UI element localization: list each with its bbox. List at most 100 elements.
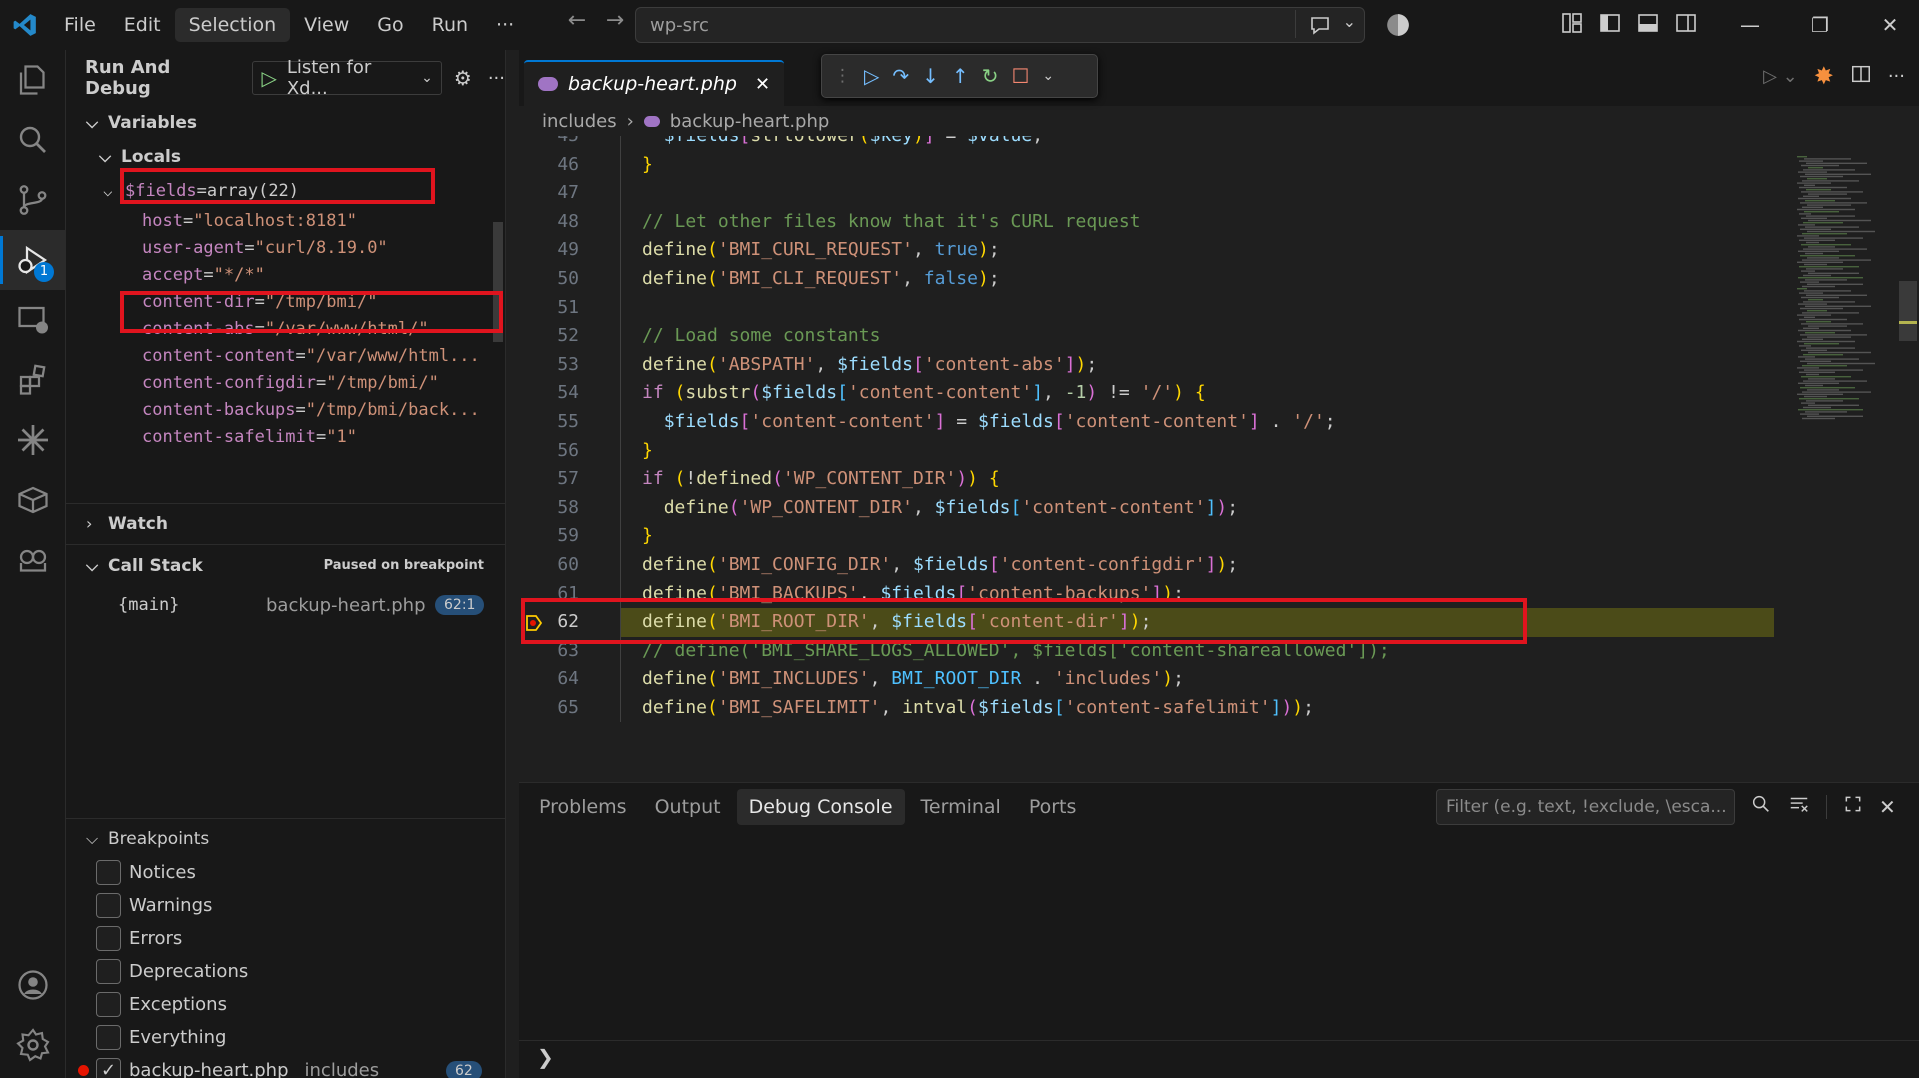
menu-item[interactable]: File [50,8,110,42]
code-line[interactable]: 52 // Load some constants [519,322,1919,351]
code-line[interactable]: 56} [519,437,1919,466]
split-editor-icon[interactable] [1850,63,1872,90]
chevron-down-icon[interactable]: ⌄ [1042,68,1054,84]
variable-row[interactable]: content-dir = "/tmp/bmi/" [66,288,505,315]
debug-settings-gear-icon[interactable]: ⚙ [454,66,472,90]
breakpoint-option[interactable]: Deprecations [66,955,506,988]
minimize-icon[interactable]: — [1715,0,1785,50]
code-line[interactable]: 57 if (!defined('WP_CONTENT_DIR')) { [519,465,1919,494]
containers-icon[interactable] [0,470,66,530]
locals-header[interactable]: ⌵ Locals [66,140,505,174]
back-arrow-icon[interactable]: ← [558,8,596,33]
variable-row[interactable]: content-content = "/var/www/html... [66,342,505,369]
code-line[interactable]: 54 if (substr($fields['content-content'],… [519,379,1919,408]
checkbox[interactable] [96,926,121,951]
panel-tab[interactable]: Output [643,789,733,825]
menu-item[interactable]: View [290,8,363,42]
variables-section-header[interactable]: ⌵ Variables [66,106,505,140]
toggle-secondary-sidebar-icon[interactable] [1674,11,1698,40]
stop-icon[interactable]: ☐ [1011,64,1029,88]
code-line[interactable]: 61 define('BMI_BACKUPS', $fields['content… [519,580,1919,609]
menu-item[interactable]: Go [363,8,417,42]
breakpoint-option[interactable]: Notices [66,856,506,889]
code-line[interactable]: 55 $fields['content-content'] = $fields[… [519,408,1919,437]
variable-row[interactable]: content-abs = "/var/www/html/" [66,315,505,342]
breakpoint-option[interactable]: Everything [66,1021,506,1054]
explorer-icon[interactable] [0,50,66,110]
variable-row[interactable]: content-backups = "/tmp/bmi/back... [66,396,505,423]
toggle-panel-icon[interactable] [1636,11,1660,40]
code-line[interactable]: 62 define('BMI_ROOT_DIR', $fields['conten… [519,608,1919,637]
console-prompt-icon[interactable]: ❯ [537,1045,554,1069]
checkbox[interactable] [96,1025,121,1050]
breakpoint-option[interactable]: Errors [66,922,506,955]
search-icon[interactable] [1750,793,1772,820]
step-out-icon[interactable]: ↑ [952,64,969,88]
panel-tab[interactable]: Ports [1017,789,1089,825]
copilot-chat-activity-icon[interactable] [0,530,66,590]
run-file-icon[interactable]: ▷ ⌄ [1763,66,1798,87]
code-line[interactable]: 65 define('BMI_SAFELIMIT', intval($fields… [519,694,1919,722]
code-line[interactable]: 50 define('BMI_CLI_REQUEST', false); [519,265,1919,294]
code-line[interactable]: 48 // Let other files know that it's CURL… [519,208,1919,237]
clear-console-icon[interactable] [1788,793,1810,820]
code-line[interactable]: 58 define('WP_CONTENT_DIR', $fields['con… [519,494,1919,523]
callstack-section-header[interactable]: ⌵ Call Stack Paused on breakpoint [66,544,506,586]
variable-row[interactable]: content-configdir = "/tmp/bmi/" [66,369,505,396]
menu-item[interactable]: Edit [110,8,175,42]
run-debug-icon[interactable]: 1 [0,230,66,290]
panel-tab[interactable]: Terminal [909,789,1013,825]
code-line[interactable]: 47 [519,179,1919,208]
search-icon[interactable] [0,110,66,170]
editor-tab[interactable]: backup-heart.php ✕ [524,60,785,106]
watch-section-header[interactable]: › Watch [66,503,506,543]
checkbox[interactable] [96,860,121,885]
extensions-icon[interactable] [0,350,66,410]
minimap[interactable] [1787,136,1917,722]
maximize-panel-icon[interactable] [1843,794,1863,819]
breakpoint-file[interactable]: ✓ backup-heart.php includes 62 [66,1054,506,1078]
continue-icon[interactable]: ▷ [864,64,879,88]
code-line[interactable]: 46} [519,151,1919,180]
callstack-frame[interactable]: {main} backup-heart.php 62:1 [66,588,506,622]
copilot-icon[interactable] [1385,12,1411,43]
code-area[interactable]: 45 $fields[strtolower($key)] = $value;46… [519,136,1919,722]
menu-item[interactable]: Selection [174,8,291,42]
restore-icon[interactable]: ❐ [1785,0,1855,50]
toggle-sidebar-icon[interactable] [1598,11,1622,40]
close-window-icon[interactable]: ✕ [1855,0,1919,50]
checkbox[interactable] [96,992,121,1017]
breakpoint-option[interactable]: Warnings [66,889,506,922]
breadcrumb-file[interactable]: backup-heart.php [670,111,830,132]
checkbox[interactable] [96,959,121,984]
variable-row[interactable]: accept = "*/*" [66,261,505,288]
variable-row[interactable]: content-safelimit = "1" [66,423,505,450]
breakpoints-section-header[interactable]: ⌵ Breakpoints [66,818,506,858]
code-line[interactable]: 53 define('ABSPATH', $fields['content-abs… [519,351,1919,380]
panel-tab[interactable]: Debug Console [736,789,905,825]
code-line[interactable]: 45 $fields[strtolower($key)] = $value; [519,136,1919,151]
code-line[interactable]: 64 define('BMI_INCLUDES', BMI_ROOT_DIR . … [519,665,1919,694]
code-line[interactable]: 51 [519,294,1919,323]
checkbox-checked[interactable]: ✓ [96,1058,121,1078]
forward-arrow-icon[interactable]: → [596,8,634,33]
settings-gear-icon[interactable] [0,1015,66,1075]
fields-variable[interactable]: ⌵ $fields = array(22) [66,174,505,207]
drag-handle-icon[interactable]: ⋮ [834,66,851,86]
variable-row[interactable]: user-agent = "curl/8.19.0" [66,234,505,261]
remote-explorer-icon[interactable] [0,290,66,350]
code-line[interactable]: 63 // define('BMI_SHARE_LOGS_ALLOWED', $f… [519,637,1919,666]
customize-layout-icon[interactable] [1560,11,1584,40]
panel-tab[interactable]: Problems [527,789,639,825]
step-into-icon[interactable]: ↓ [922,64,939,88]
debug-config-select[interactable]: ▷ Listen for Xd... ⌄ [252,57,442,99]
step-over-icon[interactable]: ↷ [892,64,909,88]
code-line[interactable]: 59} [519,522,1919,551]
variable-row[interactable]: host = "localhost:8181" [66,207,505,234]
variables-scrollbar[interactable] [493,222,503,342]
breadcrumb-folder[interactable]: includes [542,111,617,132]
command-center[interactable]: wp-src ⌄ [635,7,1365,43]
copilot-chat-icon[interactable] [1308,13,1332,42]
close-panel-icon[interactable]: ✕ [1879,795,1896,819]
checkbox[interactable] [96,893,121,918]
